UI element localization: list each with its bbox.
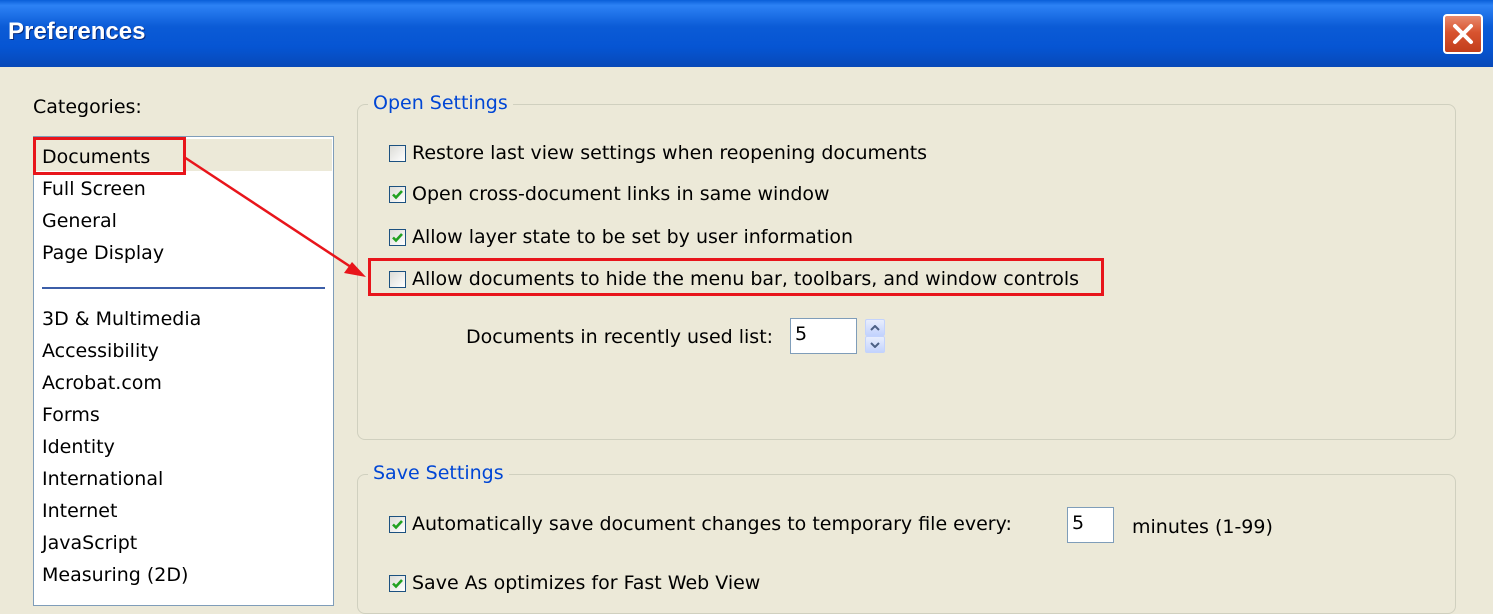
annotation-arrow-icon — [183, 155, 366, 277]
